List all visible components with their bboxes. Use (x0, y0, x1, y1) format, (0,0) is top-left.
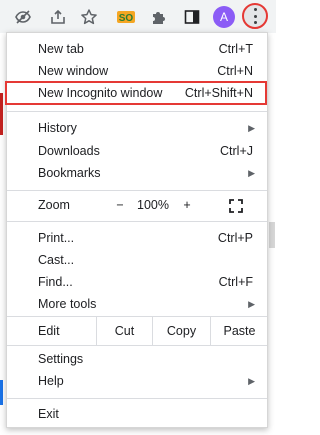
menu-item-cast[interactable]: Cast... (7, 249, 267, 271)
menu-item-new-tab[interactable]: New tab Ctrl+T (7, 38, 267, 60)
fullscreen-icon[interactable] (229, 199, 243, 213)
puzzle-icon[interactable] (148, 6, 170, 28)
submenu-arrow-icon: ▶ (248, 299, 255, 309)
edit-label: Edit (38, 324, 60, 338)
zoom-in-button[interactable]: + (179, 198, 195, 212)
menu-shortcut: Ctrl+P (217, 231, 253, 245)
menu-item-bookmarks[interactable]: Bookmarks ▶ (7, 162, 267, 184)
submenu-arrow-icon: ▶ (248, 376, 255, 386)
menu-item-print[interactable]: Print... Ctrl+P (7, 227, 267, 249)
menu-shortcut: Ctrl+T (218, 42, 253, 56)
browser-toolbar: SO A (0, 0, 276, 33)
extension-orange-icon[interactable]: SO (115, 6, 137, 28)
chrome-main-menu: New tab Ctrl+T New window Ctrl+N New Inc… (5, 32, 268, 428)
zoom-out-button[interactable]: − (112, 198, 128, 212)
profile-avatar[interactable]: A (213, 6, 235, 28)
menu-item-exit[interactable]: Exit (7, 403, 267, 425)
svg-text:SO: SO (119, 13, 134, 24)
menu-separator (7, 221, 267, 222)
menu-label: Bookmarks (38, 166, 101, 180)
menu-item-help[interactable]: Help ▶ (7, 370, 267, 392)
kebab-menu-icon (253, 8, 257, 24)
menu-label: Cast... (38, 253, 75, 267)
menu-label: Print... (38, 231, 75, 245)
menu-label: Help (38, 374, 64, 388)
zoom-label: Zoom (38, 198, 70, 212)
page-scrollbar[interactable] (269, 222, 275, 248)
menu-label: New window (38, 64, 109, 78)
submenu-arrow-icon: ▶ (248, 123, 255, 133)
copy-button[interactable]: Copy (152, 317, 210, 345)
edit-row: Edit Cut Copy Paste (7, 316, 267, 346)
menu-separator (7, 111, 267, 112)
menu-label: Find... (38, 275, 73, 289)
side-panel-icon[interactable] (181, 6, 203, 28)
cut-button[interactable]: Cut (96, 317, 152, 345)
menu-label: More tools (38, 297, 97, 311)
zoom-level: 100% (137, 198, 169, 212)
menu-label: History (38, 121, 77, 135)
menu-item-new-window[interactable]: New window Ctrl+N (7, 60, 267, 82)
chrome-menu-button[interactable] (242, 3, 268, 29)
menu-separator (7, 398, 267, 399)
menu-shortcut: Ctrl+J (220, 144, 253, 158)
page-edge-red (0, 93, 3, 135)
menu-item-find[interactable]: Find... Ctrl+F (7, 271, 267, 293)
menu-shortcut: Ctrl+N (217, 64, 253, 78)
menu-label: Exit (38, 407, 59, 421)
menu-item-downloads[interactable]: Downloads Ctrl+J (7, 140, 267, 162)
share-icon[interactable] (47, 6, 69, 28)
submenu-arrow-icon: ▶ (248, 168, 255, 178)
paste-button[interactable]: Paste (210, 317, 268, 345)
menu-item-more-tools[interactable]: More tools ▶ (7, 293, 267, 315)
highlight-box (5, 81, 267, 105)
zoom-row: Zoom − 100% + (7, 191, 267, 221)
eye-off-icon[interactable] (12, 6, 34, 28)
menu-label: Settings (38, 352, 84, 366)
star-icon[interactable] (78, 6, 100, 28)
menu-shortcut: Ctrl+F (218, 275, 253, 289)
page-edge-blue (0, 380, 3, 405)
menu-item-settings[interactable]: Settings (7, 348, 267, 370)
menu-label: New tab (38, 42, 84, 56)
menu-label: Downloads (38, 144, 100, 158)
menu-item-history[interactable]: History ▶ (7, 117, 267, 139)
